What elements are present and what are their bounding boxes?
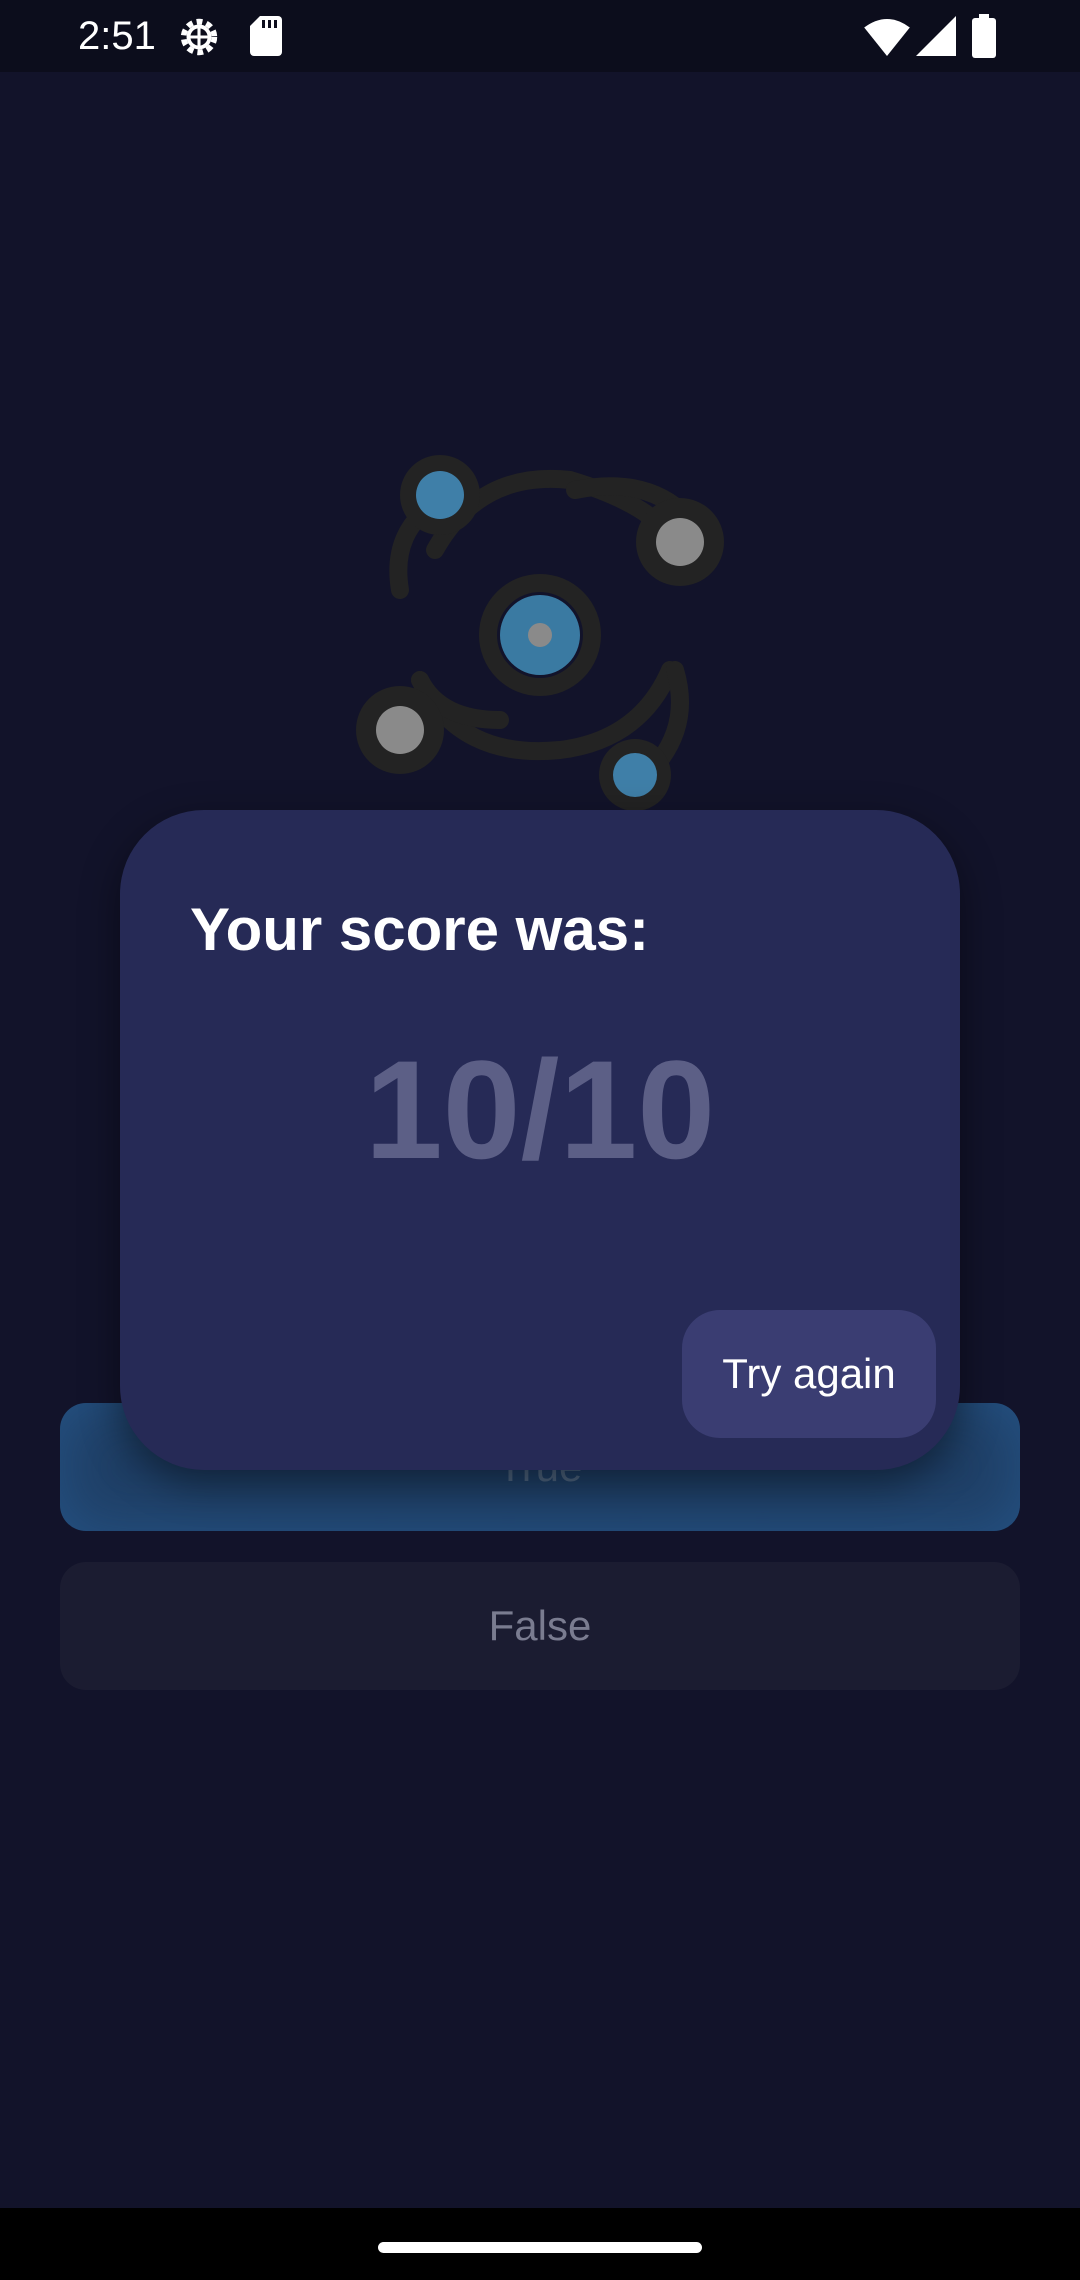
- wifi-icon: [864, 18, 910, 56]
- status-bar: 2:51: [0, 0, 1080, 72]
- sd-card-icon: [250, 16, 282, 56]
- navigation-bar: [0, 2208, 1080, 2280]
- cell-signal-icon: [916, 16, 956, 56]
- gear-icon: [180, 18, 218, 56]
- home-gesture-handle[interactable]: [378, 2242, 702, 2253]
- try-again-button[interactable]: Try again: [682, 1310, 936, 1438]
- score-value: 10/10: [364, 1031, 716, 1188]
- false-button[interactable]: False: [60, 1562, 1020, 1690]
- score-dialog: Your score was: 10/10 Try again: [120, 810, 960, 1470]
- dialog-title: Your score was:: [190, 896, 650, 963]
- status-time: 2:51: [78, 14, 156, 58]
- battery-icon: [972, 14, 996, 58]
- atom-logo-icon: [356, 455, 724, 811]
